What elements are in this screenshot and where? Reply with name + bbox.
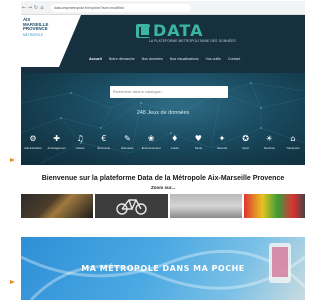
culture-icon: ♫ xyxy=(76,134,84,143)
zoom-card-night-road[interactable] xyxy=(21,194,94,218)
catalog-search-input[interactable]: Rechercher dans le catalogue... xyxy=(110,86,228,98)
nav-item-donnees[interactable]: Nos données xyxy=(142,57,163,61)
nav-item-outils[interactable]: Vos outils xyxy=(206,57,221,61)
theme-label: Éducation xyxy=(121,146,134,150)
page: ← → ↻ ⌂ data.ampmetropole.fr/explore/?so… xyxy=(0,0,306,300)
app-promo-banner[interactable]: MA MÉTROPOLE DANS MA POCHE xyxy=(21,237,305,300)
main-nav: Accueil Notre démarche Nos données Nos v… xyxy=(89,57,240,61)
zoom-card-bike-lane[interactable] xyxy=(95,194,168,218)
economy-icon: € xyxy=(101,134,107,143)
brand-logo[interactable]: DATA xyxy=(136,21,203,40)
theme-administration[interactable]: ⚙ Administration xyxy=(23,134,43,150)
planning-icon: ✚ xyxy=(53,134,60,143)
theme-label: Transports xyxy=(286,146,300,150)
leisure-icon: ♦ xyxy=(171,134,179,143)
metropole-logo[interactable]: AIX MARSEILLE PROVENCE MÉTROPOLE xyxy=(21,15,59,67)
home-icon[interactable]: ⌂ xyxy=(39,5,45,11)
theme-economie[interactable]: € Économie xyxy=(94,134,114,150)
theme-sport[interactable]: ✪ Sport xyxy=(236,134,256,150)
bicycle-icon xyxy=(116,199,148,215)
theme-environnement[interactable]: ❀ Environnement xyxy=(141,134,161,150)
theme-transports[interactable]: ⌂ Transports xyxy=(283,134,303,150)
app-banner-title: MA MÉTROPOLE DANS MA POCHE xyxy=(81,264,245,273)
tourism-icon: ☀ xyxy=(265,134,273,143)
zoom-heading: Zoom sur... xyxy=(150,185,175,190)
theme-label: Aménagement xyxy=(47,146,66,150)
address-bar[interactable]: data.ampmetropole.fr/explore/?sort=modif… xyxy=(51,3,191,12)
logo-subtitle: MÉTROPOLE xyxy=(23,32,44,37)
site-header: AIX MARSEILLE PROVENCE MÉTROPOLE DATA LA… xyxy=(21,15,305,73)
nav-item-demarche[interactable]: Notre démarche xyxy=(109,57,135,61)
theme-sante[interactable]: ♥ Santé xyxy=(188,134,208,150)
theme-securite[interactable]: ✦ Sécurité xyxy=(212,134,232,150)
zoom-card-street[interactable] xyxy=(169,194,243,218)
hero-banner: Rechercher dans le catalogue... 248 Jeux… xyxy=(21,73,305,165)
theme-label: Environnement xyxy=(141,146,161,150)
zoom-carousel xyxy=(21,194,306,218)
theme-culture[interactable]: ♫ Culture xyxy=(70,134,90,150)
datasets-count: 248 Jeux de données xyxy=(136,110,190,116)
administration-icon: ⚙ xyxy=(29,134,37,143)
theme-label: Loisirs xyxy=(170,146,179,150)
theme-label: Sécurité xyxy=(216,146,228,150)
logo-slant-decoration xyxy=(59,15,81,67)
welcome-title: Bienvenue sur la plateforme Data de la M… xyxy=(41,175,285,182)
logo-line-3: PROVENCE xyxy=(23,26,48,32)
theme-tourisme[interactable]: ☀ Tourisme xyxy=(259,134,279,150)
theme-loisirs[interactable]: ♦ Loisirs xyxy=(165,134,185,150)
theme-label: Administration xyxy=(24,146,42,150)
theme-label: Économie xyxy=(97,146,111,150)
health-icon: ♥ xyxy=(194,134,202,143)
environment-icon: ❀ xyxy=(147,134,155,143)
security-icon: ✦ xyxy=(218,134,226,143)
theme-label: Culture xyxy=(75,146,85,150)
theme-icons-row: ⚙ Administration ✚ Aménagement ♫ Culture € É… xyxy=(23,134,303,150)
pointer-arrow-icon xyxy=(10,158,15,162)
brand-title: DATA xyxy=(153,21,204,40)
brand-mark-icon xyxy=(136,23,151,38)
zoom-card-colors[interactable] xyxy=(244,194,306,218)
brand-tagline: LA PLATEFORME METROPOLITAINE DES DONNÉES xyxy=(149,39,236,43)
sport-icon: ✪ xyxy=(242,134,249,143)
theme-amenagement[interactable]: ✚ Aménagement xyxy=(47,134,67,150)
theme-education[interactable]: ✎ Éducation xyxy=(118,134,138,150)
pointer-arrow-icon xyxy=(10,280,15,284)
browser-toolbar: ← → ↻ ⌂ data.ampmetropole.fr/explore/?so… xyxy=(21,1,305,15)
nav-item-visualisations[interactable]: Nos visualisations xyxy=(170,57,199,61)
theme-label: Sport xyxy=(242,146,249,150)
theme-label: Santé xyxy=(194,146,203,150)
transport-icon: ⌂ xyxy=(290,134,296,143)
nav-item-contact[interactable]: Contact xyxy=(228,57,240,61)
education-icon: ✎ xyxy=(124,134,131,143)
theme-label: Tourisme xyxy=(263,146,275,150)
nav-item-accueil[interactable]: Accueil xyxy=(89,57,102,61)
